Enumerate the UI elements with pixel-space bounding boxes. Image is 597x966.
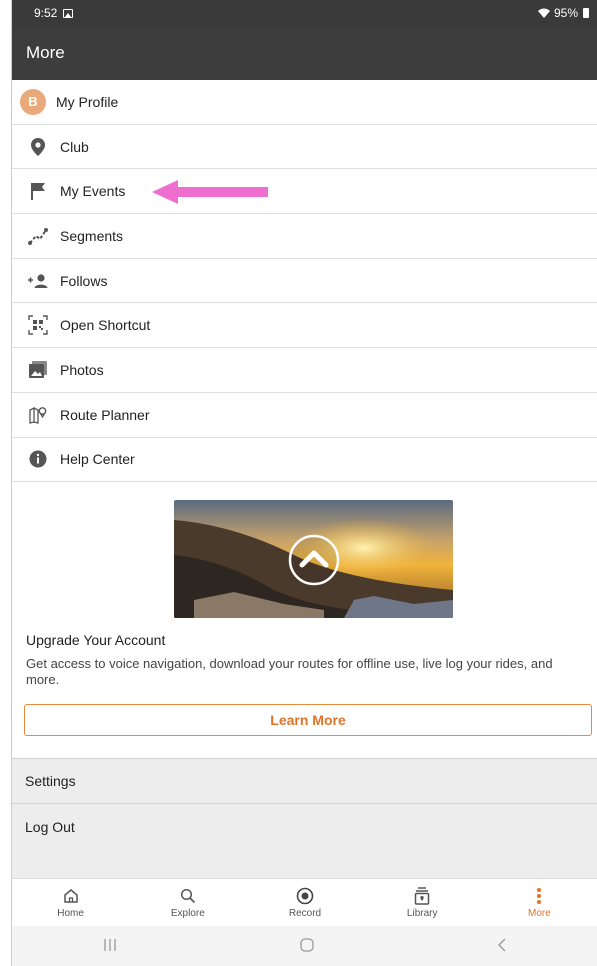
more-menu: B My Profile Club My Events Segments Fol… <box>12 80 597 483</box>
library-icon <box>414 886 430 906</box>
learn-more-button[interactable]: Learn More <box>24 704 592 737</box>
home-icon <box>63 886 79 906</box>
nav-explore[interactable]: Explore <box>129 879 246 926</box>
menu-item-label: My Profile <box>56 93 119 110</box>
logout-item[interactable]: Log Out <box>12 804 597 849</box>
settings-item[interactable]: Settings <box>12 759 597 804</box>
more-vertical-icon <box>536 886 542 906</box>
upgrade-section: Upgrade Your Account Get access to voice… <box>12 482 597 737</box>
photo-icon <box>26 358 50 382</box>
menu-item-label: Help Center <box>60 451 135 468</box>
record-icon <box>296 886 314 906</box>
menu-item-my-events[interactable]: My Events <box>12 169 597 215</box>
nav-label: Record <box>288 908 322 919</box>
home-button-icon[interactable] <box>300 936 314 957</box>
menu-item-label: Segments <box>60 227 124 244</box>
search-icon <box>180 886 196 906</box>
nav-home[interactable]: Home <box>12 879 129 926</box>
menu-item-help-center[interactable]: Help Center <box>12 438 597 483</box>
app-screen: 9:52 95% More B My Profile Club My Event… <box>11 0 597 966</box>
page-title: More <box>26 43 65 62</box>
menu-item-route-planner[interactable]: Route Planner <box>12 393 597 438</box>
menu-item-my-profile[interactable]: B My Profile <box>12 80 597 125</box>
back-icon[interactable] <box>497 936 507 957</box>
nav-label: Library <box>406 908 438 919</box>
menu-item-open-shortcut[interactable]: Open Shortcut <box>12 303 597 349</box>
menu-item-club[interactable]: Club <box>12 125 597 170</box>
menu-item-photos[interactable]: Photos <box>12 348 597 393</box>
menu-item-label: Route Planner <box>60 406 150 423</box>
upgrade-title: Upgrade Your Account <box>26 632 166 649</box>
status-time: 9:52 <box>34 6 58 20</box>
status-bar: 9:52 95% <box>12 0 597 26</box>
wifi-icon <box>537 8 550 18</box>
add-person-icon <box>26 269 50 293</box>
upgrade-chevron-up-icon <box>288 534 340 586</box>
menu-item-follows[interactable]: Follows <box>12 259 597 304</box>
account-section: Settings Log Out <box>12 758 597 878</box>
upgrade-promo-image <box>174 500 453 619</box>
battery-percent: 95% <box>553 6 578 20</box>
nav-more[interactable]: More <box>481 879 597 926</box>
location-pin-icon <box>26 135 50 159</box>
menu-item-label: My Events <box>60 183 126 200</box>
app-bar: More <box>12 26 597 80</box>
image-notification-icon <box>63 8 74 18</box>
battery-icon <box>583 8 589 18</box>
flag-icon <box>26 179 50 203</box>
nav-record[interactable]: Record <box>246 879 363 926</box>
avatar: B <box>20 88 46 115</box>
menu-item-label: Follows <box>60 272 108 289</box>
menu-item-label: Club <box>60 138 89 155</box>
nav-label: Explore <box>170 908 205 919</box>
menu-item-segments[interactable]: Segments <box>12 214 597 259</box>
nav-label: Home <box>57 908 84 919</box>
segment-icon <box>26 224 50 248</box>
map-pin-icon <box>26 403 50 427</box>
menu-item-label: Open Shortcut <box>60 317 151 334</box>
info-icon <box>26 447 50 471</box>
bottom-nav: Home Explore Record Library More <box>12 878 597 926</box>
menu-item-label: Photos <box>60 361 104 378</box>
recent-apps-icon[interactable] <box>103 936 117 957</box>
nav-label: More <box>528 908 551 919</box>
upgrade-description: Get access to voice navigation, download… <box>26 656 553 688</box>
highlight-arrow <box>152 180 268 205</box>
qr-code-icon <box>26 313 50 337</box>
system-nav-bar <box>12 926 597 966</box>
nav-library[interactable]: Library <box>364 879 481 926</box>
